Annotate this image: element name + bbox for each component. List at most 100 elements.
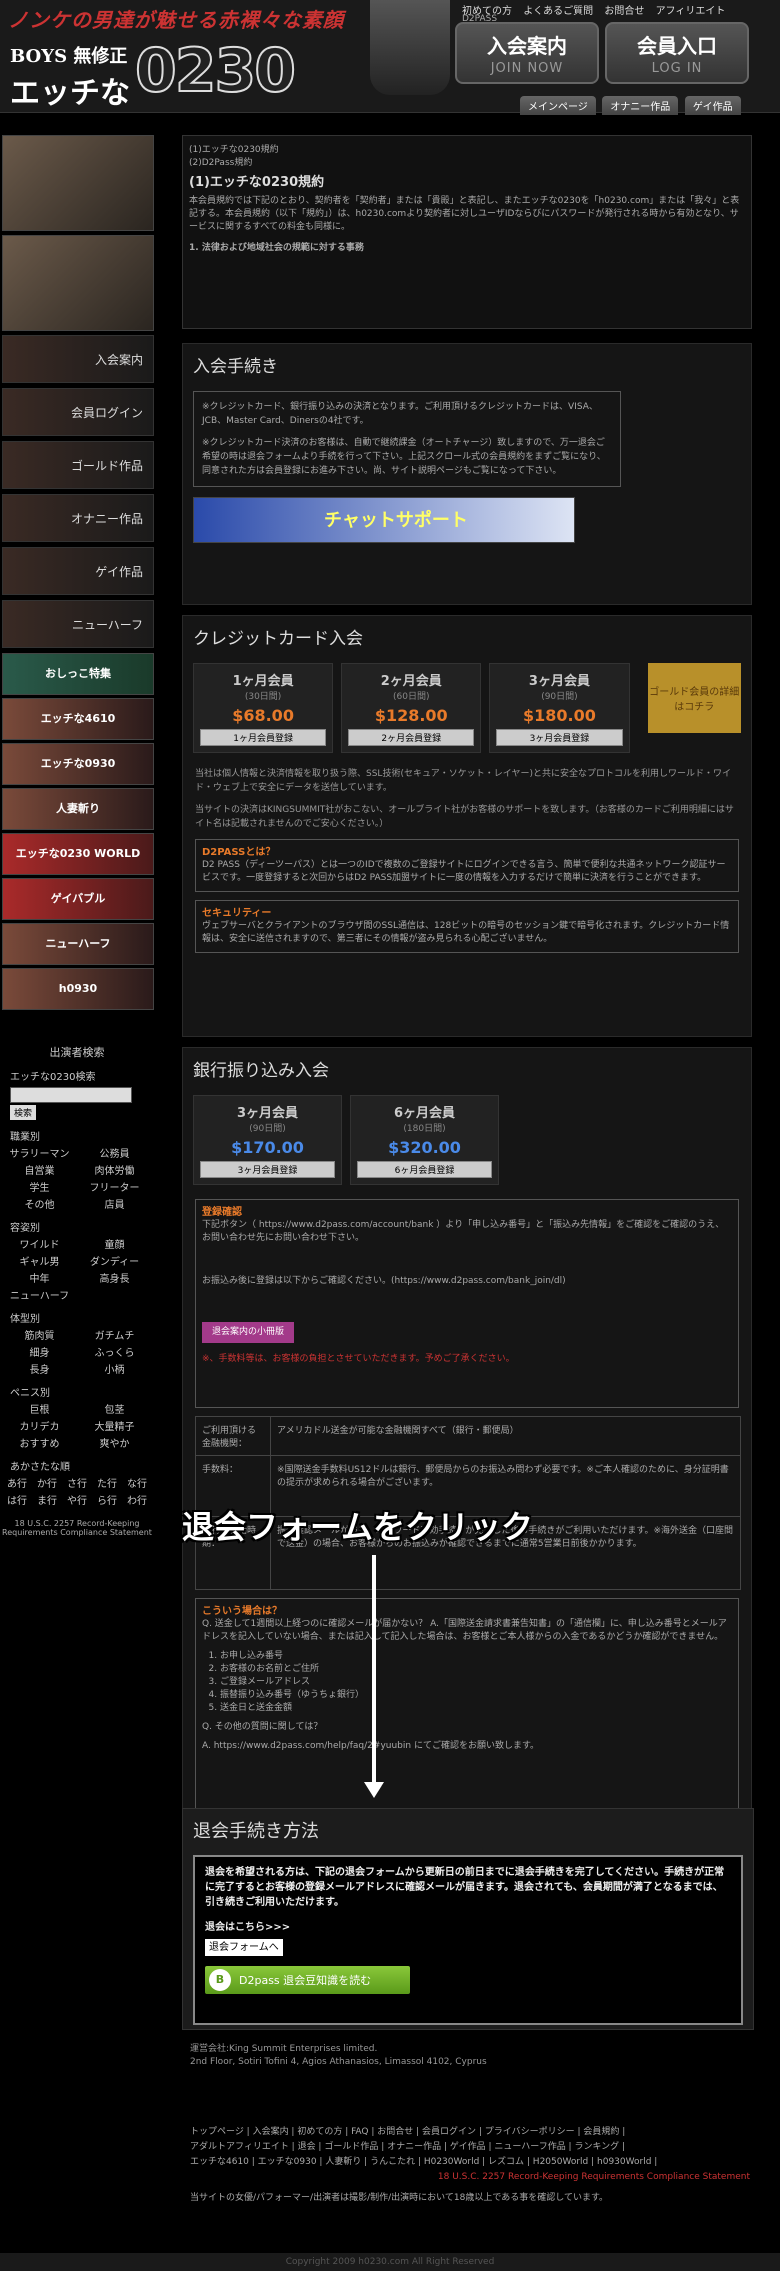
sidebar-nav-login[interactable]: 会員ログイン <box>2 388 154 436</box>
sidebar-nav-label: オナニー作品 <box>70 512 143 526</box>
bank-plan-6m: 6ヶ月会員 (180日間) $320.00 6ヶ月会員登録 <box>350 1095 499 1185</box>
penis-link[interactable]: 爽やか <box>77 1435 152 1450</box>
penis-link[interactable]: 包茎 <box>77 1401 152 1416</box>
search-button[interactable]: 検索 <box>10 1105 37 1120</box>
kana-link[interactable]: ま行 <box>32 1492 62 1507</box>
header-tabs: メインページ オナニー作品 ゲイ作品 <box>520 96 744 115</box>
kana-link[interactable]: さ行 <box>62 1475 92 1490</box>
join-button[interactable]: 入会案内 JOIN NOW <box>455 22 599 84</box>
penis-link[interactable]: 巨根 <box>2 1401 77 1416</box>
plan-register-button[interactable]: 3ヶ月会員登録 <box>200 1161 335 1178</box>
banner-oshikko[interactable]: おしっこ特集 <box>2 653 154 695</box>
sidebar-nav-gay[interactable]: ゲイ作品 <box>2 547 154 595</box>
kana-link[interactable]: た行 <box>92 1475 122 1490</box>
d2pass-withdraw-button[interactable]: B D2pass 退会豆知識を読む <box>205 1966 410 1994</box>
bank-plans: 3ヶ月会員 (90日間) $170.00 3ヶ月会員登録 6ヶ月会員 (180日… <box>183 1089 751 1191</box>
faq-answer-2[interactable]: A. https://www.d2pass.com/help/faq/2#yuu… <box>202 1740 732 1753</box>
type-link[interactable]: ニューハーフ <box>2 1287 77 1302</box>
type-link[interactable] <box>77 1287 152 1302</box>
kana-link[interactable]: な行 <box>122 1475 152 1490</box>
type-link[interactable]: 高身長 <box>77 1270 152 1285</box>
terms-toc-1[interactable]: (1)エッチな0230規約 <box>189 142 745 155</box>
chat-support-label: チャットサポート <box>324 510 468 531</box>
banner-h0930[interactable]: h0930 <box>2 968 154 1010</box>
banner-4610[interactable]: エッチな4610 <box>2 698 154 740</box>
search-input[interactable] <box>10 1087 132 1103</box>
penis-link[interactable]: カリデカ <box>2 1418 77 1433</box>
type-link[interactable]: 中年 <box>2 1270 77 1285</box>
plan-register-button[interactable]: 6ヶ月会員登録 <box>357 1161 492 1178</box>
plan-name: 1ヶ月会員 <box>232 674 294 689</box>
kana-link[interactable]: か行 <box>32 1475 62 1490</box>
credit-plan-1m: 1ヶ月会員 (30日間) $68.00 1ヶ月会員登録 <box>193 663 334 753</box>
kana-link[interactable]: あ行 <box>2 1475 32 1490</box>
logo-text[interactable]: エッチな <box>10 68 130 112</box>
job-link[interactable]: 学生 <box>2 1179 77 1194</box>
sidebar-nav-gold[interactable]: ゴールド作品 <box>2 441 154 489</box>
banner-hitozuma[interactable]: 人妻斬り <box>2 788 154 830</box>
annotation-arrow-line <box>372 1555 376 1785</box>
kana-heading: あかさたな順 <box>10 1462 70 1473</box>
footer-links-2[interactable]: アダルトアフィリエイト | 退会 | ゴールド作品 | オナニー作品 | ゲイ作… <box>190 2140 750 2155</box>
tab-onanie[interactable]: オナニー作品 <box>602 96 679 115</box>
withdraw-guide-button[interactable]: 退会案内の小冊版 <box>202 1322 295 1343</box>
plan-register-button[interactable]: 1ヶ月会員登録 <box>200 729 327 746</box>
kana-link[interactable]: は行 <box>2 1492 32 1507</box>
kana-link[interactable]: や行 <box>62 1492 92 1507</box>
sidebar-nav-newhalf[interactable]: ニューハーフ <box>2 600 154 648</box>
withdraw-form-link[interactable]: 退会フォームへ <box>205 1939 283 1956</box>
terms-scrollbox[interactable]: (1)エッチな0230規約 (2)D2Pass規約 (1)エッチな0230規約 … <box>182 135 752 329</box>
sidebar-video-thumb[interactable] <box>2 135 154 231</box>
tab-main[interactable]: メインページ <box>520 96 596 115</box>
body-link[interactable]: ガチムチ <box>77 1327 152 1342</box>
sidebar-nav-join[interactable]: 入会案内 <box>2 335 154 383</box>
sidebar-nav-label: 入会案内 <box>94 353 143 367</box>
footer-links-1[interactable]: トップページ | 入会案内 | 初めての方 | FAQ | お問合せ | 会員ロ… <box>190 2125 750 2140</box>
login-button[interactable]: 会員入口 LOG IN <box>605 22 749 84</box>
chat-support-banner[interactable]: チャットサポート <box>193 497 575 543</box>
fee-warning: ※、手数料等は、お客様の負担とさせていただきます。予めご了承ください。 <box>202 1354 515 1364</box>
job-link[interactable]: 自営業 <box>2 1162 77 1177</box>
bank-title: 銀行振り込み入会 <box>193 1061 329 1081</box>
body-link[interactable]: 小柄 <box>77 1361 152 1376</box>
gold-member-link[interactable]: ゴールド会員の詳細はコチラ <box>647 663 741 733</box>
type-link[interactable]: 童顔 <box>77 1236 152 1251</box>
logo-number[interactable]: 0230 <box>134 35 297 107</box>
banner-0930[interactable]: エッチな0930 <box>2 743 154 785</box>
top-link-contact[interactable]: お問合せ <box>604 6 644 17</box>
footer-links-3[interactable]: エッチな4610 | エッチな0930 | 人妻斬り | うんこたれ | H02… <box>190 2155 750 2170</box>
kana-link[interactable]: わ行 <box>122 1492 152 1507</box>
type-heading: 容姿別 <box>10 1223 40 1234</box>
sidebar-video-thumb[interactable] <box>2 235 154 331</box>
compliance-link[interactable]: 18 U.S.C. 2257 Record-Keeping Requiremen… <box>2 1519 152 1537</box>
registration-link-note[interactable]: お振込み後に登録は以下からご確認ください。(https://www.d2pass… <box>202 1275 732 1288</box>
job-link[interactable]: フリーター <box>77 1179 152 1194</box>
job-link[interactable]: 店員 <box>77 1196 152 1211</box>
job-link[interactable]: 公務員 <box>77 1145 152 1160</box>
type-link[interactable]: ギャル男 <box>2 1253 77 1268</box>
kana-link[interactable]: ら行 <box>92 1492 122 1507</box>
body-link[interactable]: 細身 <box>2 1344 77 1359</box>
body-link[interactable]: 筋肉質 <box>2 1327 77 1342</box>
banner-0230-world[interactable]: エッチな0230 WORLD <box>2 833 154 875</box>
sidebar-nav-onanie[interactable]: オナニー作品 <box>2 494 154 542</box>
top-link-faq[interactable]: よくあるご質問 <box>523 6 593 17</box>
footer-compliance[interactable]: 18 U.S.C. 2257 Record-Keeping Requiremen… <box>190 2170 750 2185</box>
body-link[interactable]: ふっくら <box>77 1344 152 1359</box>
tab-gay[interactable]: ゲイ作品 <box>684 96 741 115</box>
top-link-affiliate[interactable]: アフィリエイト <box>656 6 726 17</box>
type-link[interactable]: ワイルド <box>2 1236 77 1251</box>
plan-register-button[interactable]: 2ヶ月会員登録 <box>348 729 475 746</box>
body-link[interactable]: 長身 <box>2 1361 77 1376</box>
terms-toc-2[interactable]: (2)D2Pass規約 <box>189 155 745 168</box>
plan-register-button[interactable]: 3ヶ月会員登録 <box>496 729 623 746</box>
job-link[interactable]: 肉体労働 <box>77 1162 152 1177</box>
penis-link[interactable]: 大量精子 <box>77 1418 152 1433</box>
penis-link[interactable]: おすすめ <box>2 1435 77 1450</box>
login-button-label: 会員入口 <box>637 34 717 58</box>
type-link[interactable]: ダンディー <box>77 1253 152 1268</box>
banner-gay-bubble[interactable]: ゲイバブル <box>2 878 154 920</box>
job-link[interactable]: その他 <box>2 1196 77 1211</box>
job-link[interactable]: サラリーマン <box>2 1145 77 1160</box>
banner-newhalf[interactable]: ニューハーフ <box>2 923 154 965</box>
